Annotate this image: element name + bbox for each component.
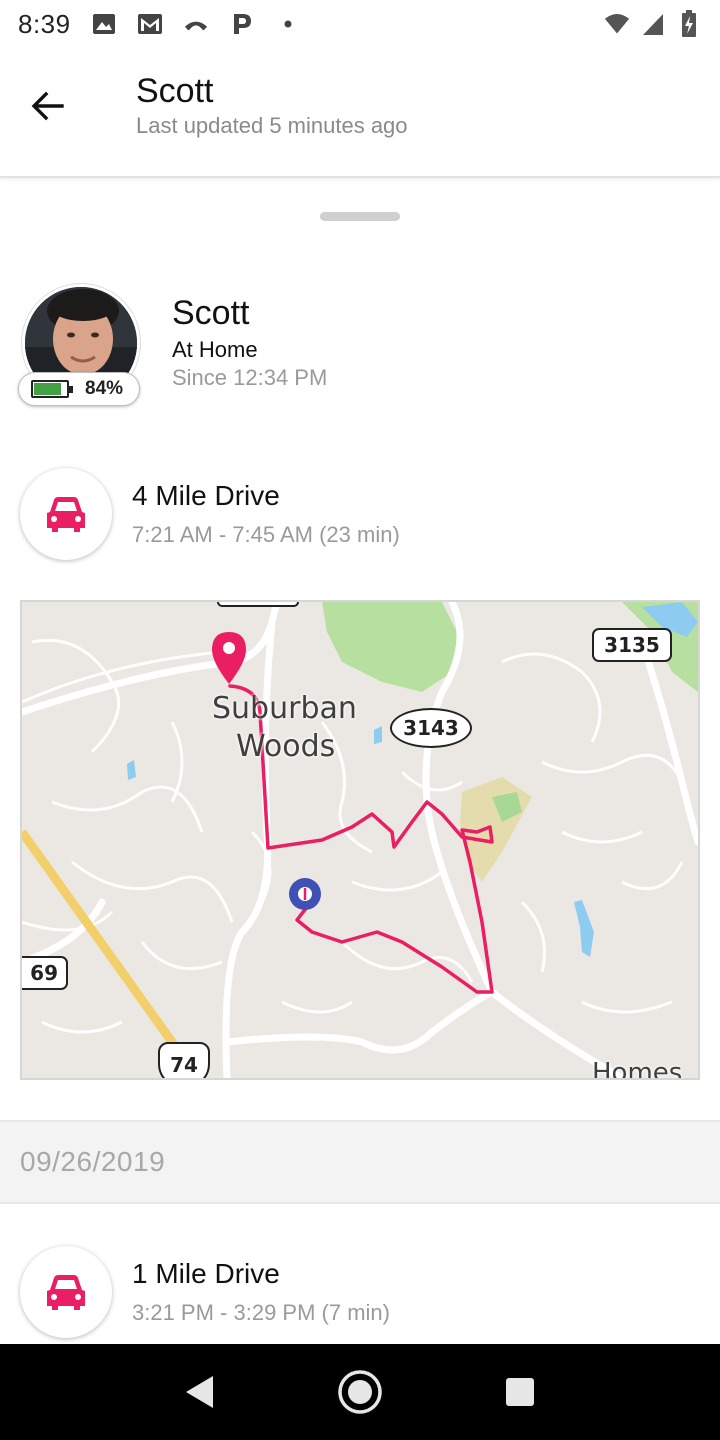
nav-recents-button[interactable] (480, 1352, 560, 1432)
status-left-icons (91, 11, 301, 37)
drive-title: 4 Mile Drive (132, 480, 280, 511)
end-marker-icon (289, 878, 321, 910)
car-icon-badge (20, 468, 112, 560)
dot-icon (275, 11, 301, 37)
car-icon (47, 497, 85, 532)
app-bar: Scott Last updated 5 minutes ago (0, 48, 720, 178)
parking-p-icon (229, 11, 255, 37)
route-shield-3143: 3143 (390, 708, 472, 748)
route-shield-69: 69 (22, 956, 68, 990)
arrow-back-icon (31, 91, 64, 121)
nav-back-button[interactable] (160, 1352, 240, 1432)
drive-route-map[interactable]: Suburban Woods 3135 3143 69 74 Homes (20, 600, 700, 1080)
start-pin-icon (212, 632, 246, 684)
triangle-back-icon (186, 1376, 213, 1408)
drive-item[interactable]: 1 Mile Drive 3:21 PM - 3:29 PM (7 min) (18, 1244, 702, 1340)
drive-title: 1 Mile Drive (132, 1258, 280, 1289)
route-shield-3135: 3135 (592, 628, 672, 662)
status-right-icons (604, 10, 702, 37)
battery-percent: 84% (85, 378, 124, 399)
wifi-icon (604, 11, 630, 37)
person-since: Since 12:34 PM (172, 365, 328, 390)
last-updated-text: Last updated 5 minutes ago (136, 113, 408, 138)
us-highway-shield-74: 74 (158, 1042, 210, 1078)
drive-item[interactable]: 4 Mile Drive 7:21 AM - 7:45 AM (23 min) (18, 466, 702, 562)
signal-icon (640, 11, 666, 37)
circle-home-icon (338, 1370, 382, 1414)
map-canvas (22, 602, 698, 1078)
status-bar: 8:39 (0, 0, 720, 48)
battery-icon (31, 380, 73, 398)
nav-home-button[interactable] (320, 1352, 400, 1432)
sheet-drag-handle[interactable] (320, 212, 400, 221)
person-location: At Home (172, 337, 258, 362)
drive-time-range: 7:21 AM - 7:45 AM (23 min) (132, 522, 400, 547)
system-nav-bar (0, 1344, 720, 1440)
date-separator: 09/26/2019 (0, 1120, 720, 1204)
battery-charging-icon (676, 10, 702, 37)
battery-badge: 84% (18, 372, 140, 406)
back-button[interactable] (22, 80, 74, 132)
battery-level-fill (34, 383, 61, 395)
square-recents-icon (506, 1378, 534, 1406)
date-separator-label: 09/26/2019 (20, 1146, 166, 1177)
car-icon (47, 1275, 85, 1310)
person-name: Scott (172, 294, 250, 332)
gmail-icon (137, 11, 163, 37)
car-icon-badge (20, 1246, 112, 1338)
status-time: 8:39 (18, 8, 71, 39)
phone-call-icon (183, 11, 209, 37)
map-partial-label: Homes (592, 1058, 683, 1080)
person-card[interactable]: 84% Scott At Home Since 12:34 PM (18, 282, 698, 412)
drive-time-range: 3:21 PM - 3:29 PM (7 min) (132, 1300, 390, 1325)
page-title: Scott (136, 72, 214, 110)
image-icon (91, 11, 117, 37)
map-place-label: Suburban Woods (212, 691, 357, 764)
